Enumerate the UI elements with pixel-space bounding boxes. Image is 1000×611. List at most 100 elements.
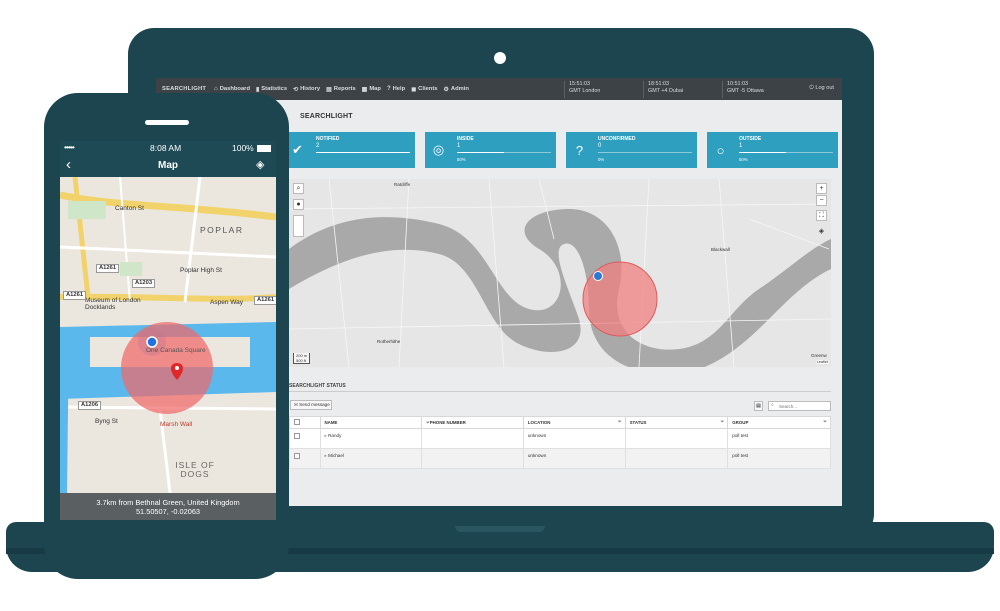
card-label: OUTSIDE [739, 136, 762, 142]
map-label: Museum of London Docklands [85, 297, 141, 311]
nav-clients[interactable]: ◼ Clients [408, 86, 440, 93]
nav-history[interactable]: ⟲ History [290, 86, 323, 93]
filter-icon[interactable]: ⏷ [721, 419, 725, 424]
status-title: SEARCHLIGHT STATUS [289, 383, 346, 389]
circle-icon: ○ [716, 142, 725, 158]
row-checkbox[interactable] [294, 453, 300, 459]
road-label: A1261 [254, 296, 276, 305]
target-icon: ◎ [432, 142, 445, 157]
nav-dashboard[interactable]: ⌂ Dashboard [211, 86, 253, 92]
map-view[interactable]: ⌕ ● + − ⛶ ◈ Ratcliffe Blackwall Rotherhi… [289, 179, 831, 367]
nav-label: Help [392, 86, 406, 92]
map-attribution[interactable]: Leaflet [815, 360, 829, 364]
status-cell [624, 428, 729, 449]
table-header: NAME ⏷PHONE NUMBER LOCATION ⏷ STATUS ⏷ GRO… [289, 416, 831, 429]
chart-icon: ▮ [255, 86, 260, 93]
card-percent: 50% [457, 157, 466, 162]
zoom-in-button[interactable]: + [816, 183, 827, 194]
question-icon: ? [575, 142, 584, 158]
name-cell: ▸ Michael [319, 448, 423, 469]
name-value: Michael [328, 453, 344, 458]
map-draw-tools[interactable] [293, 215, 304, 237]
fullscreen-icon[interactable]: ⛶ [816, 210, 827, 221]
nav-label: Statistics [261, 86, 288, 92]
card-count: 1 [739, 143, 743, 149]
row-select[interactable] [289, 428, 321, 449]
card-outside[interactable]: ○ OUTSIDE 1 50% [707, 132, 838, 168]
row-select[interactable] [289, 448, 321, 469]
clock-dubai: 18:51:03 GMT +4 Dubai [643, 81, 683, 98]
table-row[interactable]: ▸ Randy unknown poll test [289, 428, 831, 449]
nav-map[interactable]: ▦ Map [359, 86, 384, 93]
select-all-checkbox[interactable] [294, 419, 300, 425]
col-label: GROUP [732, 420, 749, 425]
card-count: 0 [598, 143, 602, 149]
map-label: Greenw [811, 353, 827, 358]
phone-cell [421, 448, 524, 469]
nav-label: Map [369, 86, 381, 92]
page-title: SEARCHLIGHT [300, 113, 353, 120]
phone-speaker [145, 120, 189, 125]
card-progress [739, 152, 833, 153]
nav-label: Dashboard [219, 86, 250, 92]
phone-screen: Canton St POPLAR Poplar High St Aspen Wa… [60, 141, 276, 520]
map-search-icon[interactable]: ⌕ [293, 183, 304, 194]
map-label: Canton St [115, 205, 144, 212]
search-input[interactable] [768, 401, 831, 411]
nav-statistics[interactable]: ▮ Statistics [253, 86, 290, 93]
card-label: UNCONFIRMED [598, 136, 636, 142]
filter-icon[interactable]: ⏷ [823, 419, 827, 424]
status-table: NAME ⏷PHONE NUMBER LOCATION ⏷ STATUS ⏷ GRO… [289, 416, 831, 469]
logout-button[interactable]: ⏻ Log out [809, 85, 834, 92]
col-group[interactable]: GROUP ⏷ [727, 416, 831, 429]
battery-icon [257, 145, 271, 152]
nav-admin[interactable]: ⚙ Admin [441, 86, 472, 93]
map-tiles [289, 179, 831, 367]
table-row[interactable]: ▸ Michael unknown poll test [289, 448, 831, 469]
group-cell: poll test [727, 448, 831, 469]
status-cell [624, 448, 729, 469]
send-message-button[interactable]: ✉ Send message [290, 400, 332, 410]
card-count: 2 [316, 143, 320, 149]
status-time: 8:08 AM [150, 143, 182, 153]
card-unconfirmed[interactable]: ? UNCONFIRMED 0 0% [566, 132, 697, 168]
road-label: A1206 [78, 401, 102, 410]
layers-icon[interactable]: ◈ [816, 227, 827, 238]
row-checkbox[interactable] [294, 433, 300, 439]
phone-status-bar: ••••• 8:08 AM 100% [60, 141, 276, 155]
brand-logo[interactable]: SEARCHLIGHT [156, 86, 211, 92]
admin-icon: ⚙ [443, 86, 449, 93]
map-icon: ▦ [361, 86, 368, 93]
clock-zone: GMT London [569, 87, 601, 94]
col-status[interactable]: STATUS ⏷ [624, 416, 729, 429]
card-label: NOTIFIED [316, 136, 340, 142]
name-value: Randy [328, 433, 342, 438]
card-percent: 0% [598, 157, 605, 162]
history-icon: ⟲ [293, 86, 299, 93]
col-location[interactable]: LOCATION ⏷ [522, 416, 626, 429]
road-label: A1261 [63, 291, 87, 300]
col-name[interactable]: NAME [319, 416, 423, 429]
logout-label: Log out [815, 85, 834, 91]
nav-reports[interactable]: ▤ Reports [323, 86, 359, 93]
map-label: Rotherhithe [377, 339, 401, 344]
card-inside[interactable]: ◎ INSIDE 1 50% [425, 132, 556, 168]
phone-title: Map [158, 160, 178, 171]
export-icon[interactable]: ▤ [754, 401, 763, 411]
select-all-cell[interactable] [289, 416, 321, 429]
nav-help[interactable]: ? Help [384, 86, 408, 92]
send-message-label: Send message [299, 402, 330, 407]
report-icon: ▤ [326, 86, 332, 93]
distance-text: 3.7km from Bethnal Green, United Kingdom [96, 498, 240, 507]
zoom-out-button[interactable]: − [816, 195, 827, 206]
clock-zone: GMT -5 Ottawa [727, 87, 764, 94]
card-notified[interactable]: ✔ NOTIFIED 2 [284, 132, 415, 168]
map-locate-icon[interactable]: ● [293, 199, 304, 210]
layers-icon[interactable]: ◈ [256, 158, 264, 171]
group-cell: poll test [727, 428, 831, 449]
col-phone[interactable]: ⏷PHONE NUMBER [421, 416, 524, 429]
card-progress [457, 152, 551, 153]
filter-icon[interactable]: ⏷ [618, 419, 622, 424]
phone-nav-bar: ‹ Map ◈ [60, 155, 276, 177]
map-label: ISLE OF DOGS [175, 460, 215, 479]
